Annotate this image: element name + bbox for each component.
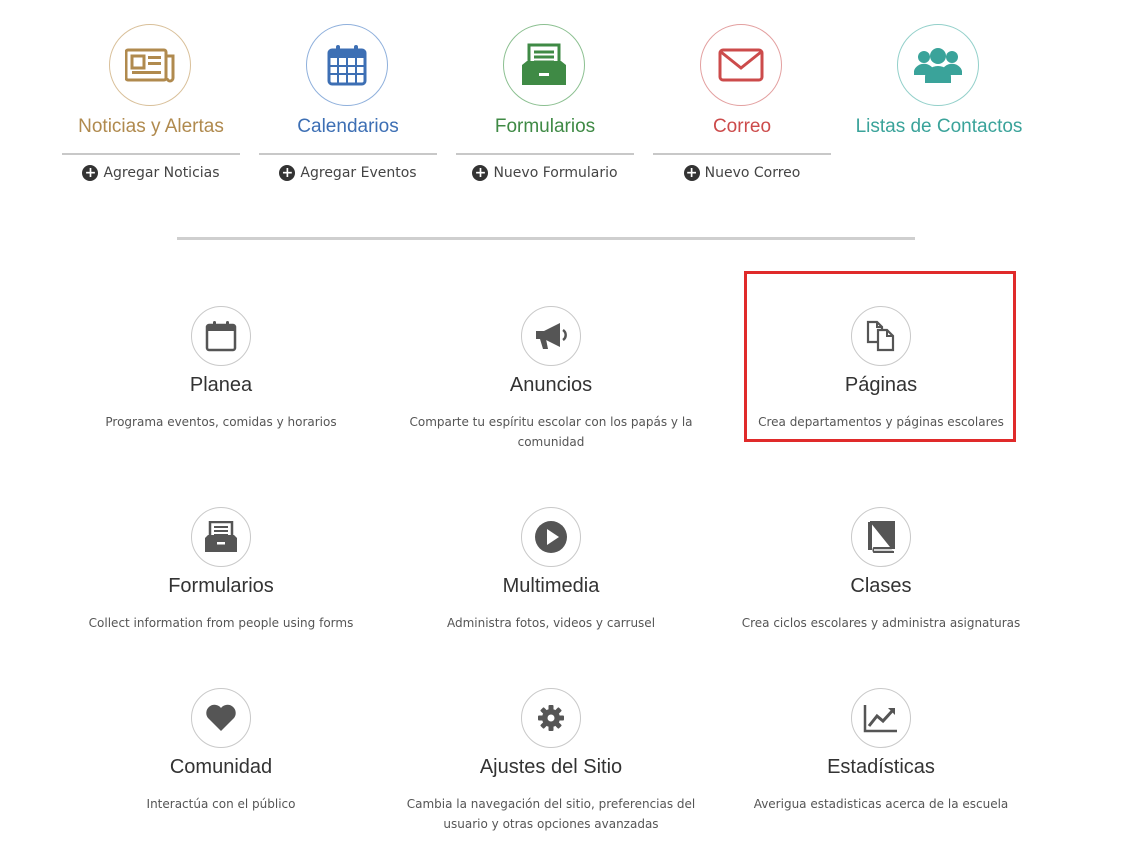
form-tray-icon[interactable] (191, 507, 251, 567)
section-divider (177, 237, 915, 240)
module-description: Programa eventos, comidas y horarios (105, 415, 337, 429)
new-form-button[interactable]: + Nuevo Formulario (446, 165, 644, 181)
new-form-label: Nuevo Formulario (493, 165, 618, 181)
users-icon[interactable] (897, 24, 979, 106)
plus-circle-icon: + (683, 165, 700, 181)
plus-circle-icon: + (472, 165, 489, 181)
newspaper-icon[interactable] (109, 24, 191, 106)
new-mail-label: Nuevo Correo (704, 165, 801, 181)
module-description: Averigua estadisticas acerca de la escue… (753, 797, 1009, 811)
quick-link-title[interactable]: Formularios (436, 116, 654, 138)
chart-line-icon[interactable] (851, 688, 911, 748)
add-news-label: Agregar Noticias (103, 165, 220, 181)
book-icon[interactable] (851, 507, 911, 567)
module-description: Crea ciclos escolares y administra asign… (741, 616, 1021, 630)
quick-link-title[interactable]: Correo (633, 116, 851, 138)
heart-icon[interactable] (191, 688, 251, 748)
calendar-icon[interactable] (191, 306, 251, 366)
module-title[interactable]: Anuncios (401, 374, 701, 397)
divider (259, 153, 437, 155)
highlight-box (744, 271, 1016, 442)
divider (62, 153, 240, 155)
module-title[interactable]: Planea (71, 374, 371, 397)
envelope-icon[interactable] (700, 24, 782, 106)
play-icon[interactable] (521, 507, 581, 567)
module-description: Collect information from people using fo… (88, 616, 354, 630)
plus-circle-icon: + (82, 165, 99, 181)
module-description: Interactúa con el público (146, 797, 296, 811)
add-news-button[interactable]: + Agregar Noticias (52, 165, 250, 181)
module-title[interactable]: Formularios (71, 575, 371, 598)
form-tray-icon[interactable] (503, 24, 585, 106)
calendar-icon[interactable] (306, 24, 388, 106)
module-title[interactable]: Comunidad (71, 756, 371, 779)
gear-icon[interactable] (521, 688, 581, 748)
plus-circle-icon: + (279, 165, 296, 181)
module-title[interactable]: Ajustes del Sitio (401, 756, 701, 779)
add-events-button[interactable]: + Agregar Eventos (249, 165, 447, 181)
module-title[interactable]: Estadísticas (731, 756, 1031, 779)
quick-link-title[interactable]: Calendarios (239, 116, 457, 138)
quick-link-title[interactable]: Listas de Contactos (830, 116, 1048, 138)
module-description: Cambia la navegación del sitio, preferen… (406, 797, 696, 831)
divider (653, 153, 831, 155)
new-mail-button[interactable]: + Nuevo Correo (643, 165, 841, 181)
quick-link-title[interactable]: Noticias y Alertas (42, 116, 260, 138)
module-title[interactable]: Clases (731, 575, 1031, 598)
module-title[interactable]: Multimedia (401, 575, 701, 598)
divider (456, 153, 634, 155)
module-description: Administra fotos, videos y carrusel (446, 616, 656, 630)
megaphone-icon[interactable] (521, 306, 581, 366)
add-events-label: Agregar Eventos (300, 165, 417, 181)
module-description: Comparte tu espíritu escolar con los pap… (409, 415, 693, 449)
